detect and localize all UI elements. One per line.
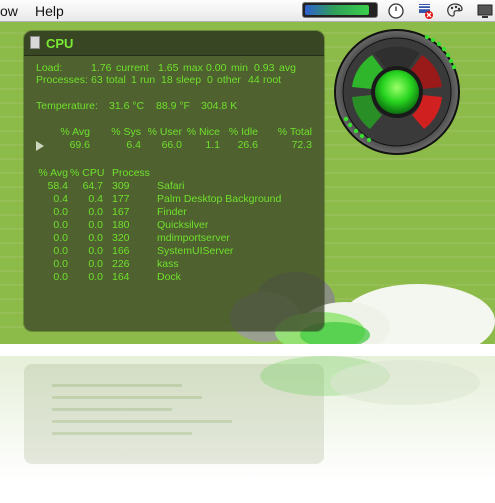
load-max: 1.65 [158,62,179,74]
row-pid: 320 [112,232,130,244]
panel-reflection [0,356,495,503]
play-triangle-icon[interactable] [36,141,44,151]
row-cpu: 0.0 [88,206,103,218]
proc-sleep-label: sleep [176,74,202,86]
activity-meter-icon[interactable] [302,2,378,18]
row-avg: 0.0 [53,219,68,231]
row-name: Safari [157,180,185,192]
flag-icon[interactable] [416,2,434,20]
temp-kelvin: 304.8 K [201,100,238,112]
proc-header-avg: % Avg [38,167,68,179]
row-name: Quicksilver [157,219,209,231]
row-name: Dock [157,271,181,283]
proc-root: 44 [248,74,260,86]
panel-title: CPU [46,36,74,51]
cpu-panel: CPU Load: 1.76 current 1.65 max 0.00 min… [24,31,324,331]
row-pid: 309 [112,180,130,192]
row-pid: 164 [112,271,130,283]
stats-header-avg: % Avg [60,126,90,138]
proc-total: 63 [91,74,103,86]
proc-total-label: total [106,74,126,86]
row-avg: 0.0 [53,271,68,283]
row-pid: 226 [112,258,130,270]
proc-root-label: root [263,74,282,86]
menu-bar: ow Help [0,0,495,22]
load-avg: 0.93 [254,62,275,74]
proc-header-cpu: % CPU [70,167,105,179]
row-name: Palm Desktop Background [157,193,282,205]
stats-value-sys: 6.4 [126,139,141,151]
row-avg: 0.0 [53,206,68,218]
row-avg: 0.0 [53,232,68,244]
row-cpu: 64.7 [82,180,103,192]
stats-header-sys: % Sys [111,126,141,138]
stats-value-total: 72.3 [291,139,312,151]
stats-header-user: % User [147,126,182,138]
row-cpu: 0.0 [88,258,103,270]
stats-header-nice: % Nice [186,126,220,138]
load-current-label: current [116,62,149,74]
load-label: Load: [36,62,63,74]
row-pid: 180 [112,219,130,231]
stats-value-idle: 26.6 [237,139,258,151]
proc-other: 0 [207,74,213,86]
row-avg: 0.4 [53,193,68,205]
row-cpu: 0.4 [88,193,103,205]
menu-help[interactable]: Help [35,3,64,19]
temp-celsius: 31.6 °C [109,100,145,112]
stats-header-total: % Total [277,126,312,138]
stats-value-nice: 1.1 [205,139,220,151]
clock-icon[interactable] [387,2,405,20]
load-min: 0.00 [206,62,227,74]
display-icon[interactable] [476,2,494,20]
row-pid: 166 [112,245,130,257]
proc-other-label: other [217,74,241,86]
panel-title-bar[interactable]: CPU [24,31,324,56]
stats-header-idle: % Idle [228,126,258,138]
row-avg: 58.4 [47,180,68,192]
load-avg-label: avg [279,62,296,74]
row-name: SystemUIServer [157,245,234,257]
load-max-label: max [183,62,203,74]
menu-window[interactable]: ow [0,3,18,19]
row-name: Finder [157,206,187,218]
row-name: kass [157,258,179,270]
proc-header-process: Process [112,167,150,179]
row-cpu: 0.0 [88,232,103,244]
stats-value-user: 66.0 [161,139,182,151]
proc-run: 1 [131,74,137,86]
row-pid: 177 [112,193,130,205]
cpu-dial-widget[interactable] [332,27,462,157]
row-pid: 167 [112,206,130,218]
row-cpu: 0.0 [88,245,103,257]
temp-fahrenheit: 88.9 °F [156,100,190,112]
temperature-label: Temperature: [36,100,98,112]
dial-core [375,70,419,114]
proc-sleep: 18 [161,74,173,86]
row-avg: 0.0 [53,245,68,257]
palette-icon[interactable] [446,2,464,20]
load-current: 1.76 [91,62,112,74]
row-cpu: 0.0 [88,271,103,283]
document-icon [30,36,40,49]
proc-run-label: run [140,74,156,86]
stats-value-avg: 69.6 [69,139,90,151]
processes-label: Processes: [36,74,88,86]
load-min-label: min [231,62,248,74]
row-avg: 0.0 [53,258,68,270]
row-cpu: 0.0 [88,219,103,231]
row-name: mdimportserver [157,232,230,244]
